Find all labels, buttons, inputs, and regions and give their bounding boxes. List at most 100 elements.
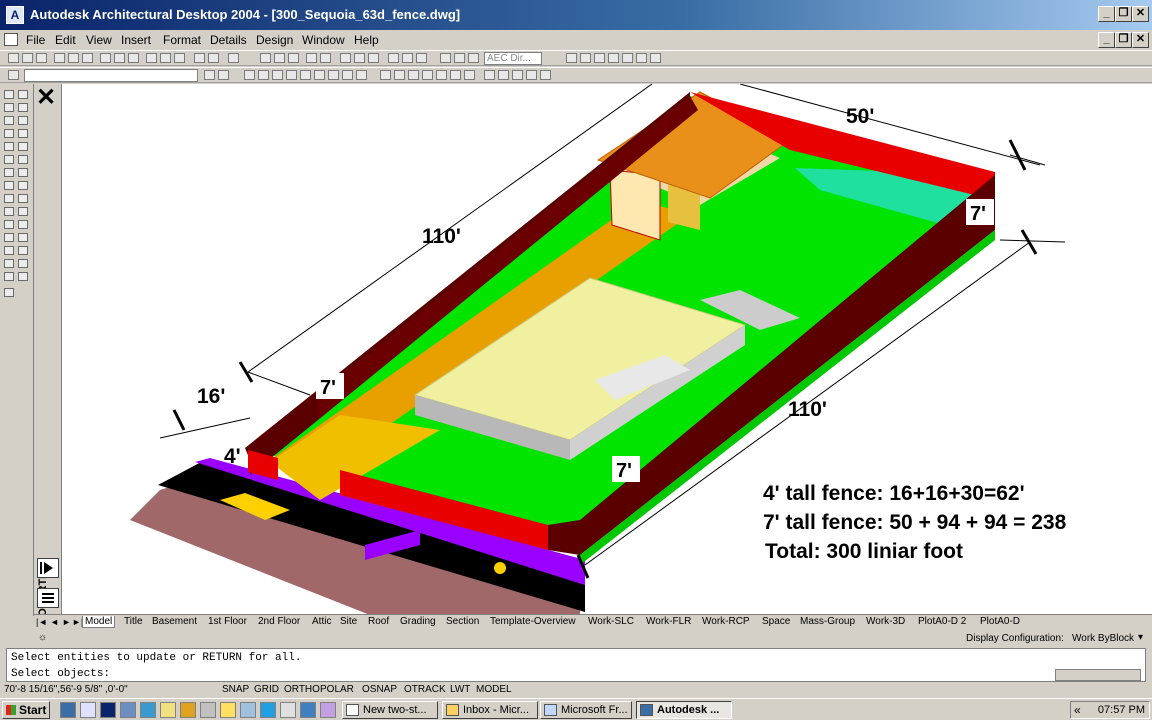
task-autodesk[interactable]: Autodesk ... (636, 701, 732, 719)
table-icon[interactable] (4, 259, 14, 268)
display-config-dropdown-icon[interactable]: ▾ (1138, 632, 1143, 643)
tab-plota0-d2[interactable]: PlotA0-D 2 (916, 616, 968, 627)
tool-s-icon[interactable] (512, 70, 523, 80)
pan-icon[interactable] (194, 53, 205, 63)
app-icon[interactable]: A (6, 6, 24, 24)
quicklaunch-extra-icon[interactable] (320, 702, 336, 718)
paste-icon[interactable] (128, 53, 139, 63)
layer-manager-icon[interactable] (8, 70, 19, 80)
quicklaunch-desktop-icon[interactable] (60, 702, 76, 718)
tab-grading[interactable]: Grading (398, 616, 438, 627)
area-icon[interactable] (402, 53, 413, 63)
menu-window[interactable]: Window (302, 33, 345, 47)
tab-mass-group[interactable]: Mass-Group (798, 616, 857, 627)
tab-first-icon[interactable]: |◄ (36, 617, 47, 627)
tab-template-overview[interactable]: Template-Overview (488, 616, 578, 627)
tool-palette-icon[interactable] (368, 53, 379, 63)
tab-work-3d[interactable]: Work-3D (864, 616, 907, 627)
trim-icon[interactable] (18, 207, 28, 216)
minimize-button[interactable]: _ (1098, 6, 1115, 22)
explode-icon[interactable] (18, 272, 28, 281)
grid-toggle[interactable]: GRID (254, 684, 279, 695)
tool-o-icon[interactable] (450, 70, 461, 80)
menu-design[interactable]: Design (256, 33, 293, 47)
tab-2nd-floor[interactable]: 2nd Floor (256, 616, 302, 627)
polar-toggle[interactable]: POLAR (320, 684, 354, 695)
tool-r-icon[interactable] (498, 70, 509, 80)
mirror-icon[interactable] (18, 116, 28, 125)
tab-site[interactable]: Site (338, 616, 359, 627)
tab-basement[interactable]: Basement (150, 616, 199, 627)
region-icon[interactable] (4, 246, 14, 255)
tool-j-icon[interactable] (380, 70, 391, 80)
array-icon[interactable] (18, 142, 28, 151)
close-button[interactable]: ✕ (1132, 6, 1149, 22)
tab-space[interactable]: Space (760, 616, 792, 627)
pline-icon[interactable] (4, 116, 14, 125)
tool-h-icon[interactable] (342, 70, 353, 80)
ucs-icon[interactable]: ☼ (38, 632, 47, 643)
break-icon[interactable] (18, 233, 28, 242)
spline-icon[interactable] (4, 181, 14, 190)
model-toggle[interactable]: MODEL (476, 684, 512, 695)
tool-d-icon[interactable] (286, 70, 297, 80)
menu-format[interactable]: Format (163, 33, 201, 47)
offset-icon[interactable] (18, 129, 28, 138)
open-icon[interactable] (22, 53, 33, 63)
tab-model[interactable]: Model (82, 616, 116, 628)
lwt-toggle[interactable]: LWT (450, 684, 470, 695)
tool-t-icon[interactable] (526, 70, 537, 80)
tool-e-icon[interactable] (300, 70, 311, 80)
design-center-icon[interactable] (354, 53, 365, 63)
quicklaunch-ie-icon[interactable] (80, 702, 96, 718)
stretch-icon[interactable] (18, 194, 28, 203)
command-line[interactable]: Select entities to update or RETURN for … (6, 648, 1146, 682)
menu-help[interactable]: Help (354, 33, 379, 47)
tool-c-icon[interactable] (272, 70, 283, 80)
tool-g-icon[interactable] (328, 70, 339, 80)
publish-icon[interactable] (82, 53, 93, 63)
style-icon[interactable] (566, 53, 577, 63)
menu-edit[interactable]: Edit (55, 33, 76, 47)
osnap-toggle[interactable]: OSNAP (362, 684, 397, 695)
fillet-icon[interactable] (18, 259, 28, 268)
tool-i-icon[interactable] (356, 70, 367, 80)
quicklaunch-h-icon[interactable] (100, 702, 116, 718)
tool-p-icon[interactable] (464, 70, 475, 80)
doc-restore-button[interactable]: ❐ (1115, 32, 1132, 48)
tool-u-icon[interactable] (540, 70, 551, 80)
tool-m-icon[interactable] (422, 70, 433, 80)
display-rep-combo[interactable]: AEC Dir... (484, 52, 542, 65)
menu-details[interactable]: Details (210, 33, 247, 47)
copy-object-icon[interactable] (18, 103, 28, 112)
xline-icon[interactable] (4, 103, 14, 112)
doc-close-button[interactable]: ✕ (1132, 32, 1149, 48)
clock[interactable]: 07:57 PM (1098, 704, 1145, 716)
erase-icon[interactable] (18, 90, 28, 99)
tool-b-icon[interactable] (258, 70, 269, 80)
start-button[interactable]: Start (2, 701, 50, 719)
move-icon[interactable] (18, 155, 28, 164)
door-icon[interactable] (594, 53, 605, 63)
menu-view[interactable]: View (86, 33, 112, 47)
wall-icon[interactable] (580, 53, 591, 63)
chamfer-icon[interactable] (18, 246, 28, 255)
block-icon[interactable] (4, 207, 14, 216)
point-icon[interactable] (4, 220, 14, 229)
quicklaunch-chart-icon[interactable] (200, 702, 216, 718)
save-icon[interactable] (36, 53, 47, 63)
redo-icon[interactable] (174, 53, 185, 63)
restore-button[interactable]: ❐ (1115, 6, 1132, 22)
mtext-icon[interactable] (4, 272, 14, 281)
tab-section[interactable]: Section (444, 616, 481, 627)
drawing-viewport[interactable]: 50' 110' 110' 16' 4' 7' 7' 7' 4' tall fe… (62, 84, 1152, 616)
document-icon[interactable] (4, 33, 18, 46)
quicklaunch-note-icon[interactable] (220, 702, 236, 718)
extend-icon[interactable] (18, 220, 28, 229)
slab-icon[interactable] (650, 53, 661, 63)
palette-close-icon[interactable]: ✕ (36, 86, 56, 110)
hide-icon[interactable] (320, 53, 331, 63)
task-microsoft-frontpage[interactable]: Microsoft Fr... (540, 701, 632, 719)
tool-q-icon[interactable] (484, 70, 495, 80)
coordinates-readout[interactable]: 70'-8 15/16",56'-9 5/8" ,0'-0" (4, 684, 128, 695)
